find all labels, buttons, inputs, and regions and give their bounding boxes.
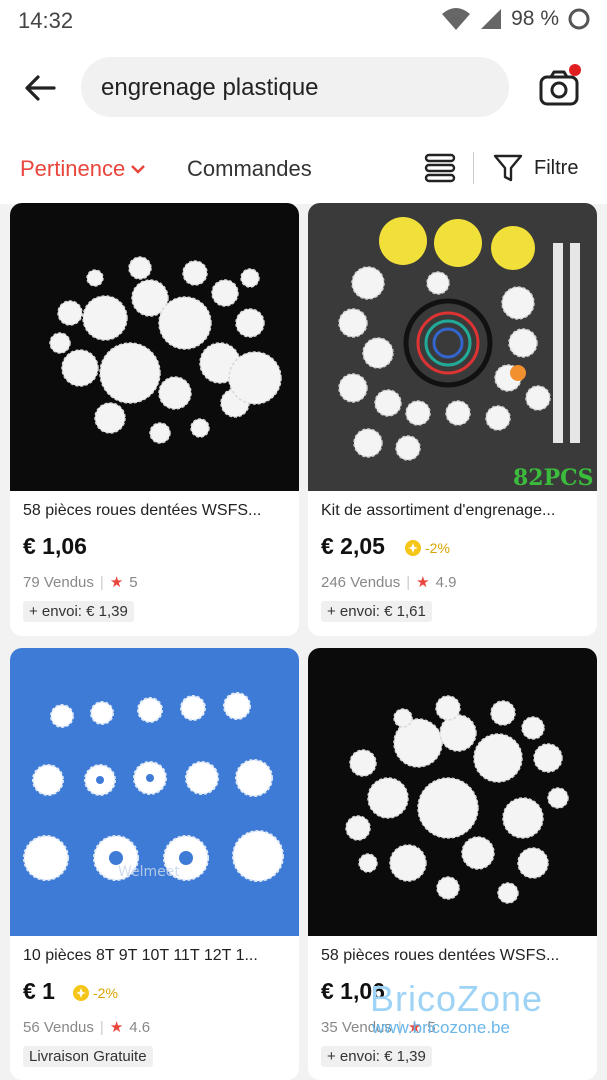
product-title[interactable]: 58 pièces roues dentées WSFS... bbox=[321, 947, 587, 965]
shipping-badge: + envoi: € 1,39 bbox=[321, 1046, 432, 1067]
sort-bar: Pertinence Commandes Filtre bbox=[0, 134, 607, 204]
divider bbox=[473, 152, 474, 184]
coin-icon bbox=[73, 985, 89, 1001]
status-icons: 98 % bbox=[441, 6, 591, 32]
chevron-down-icon bbox=[131, 165, 146, 174]
divider: | bbox=[99, 573, 104, 591]
product-card[interactable]: 82PCS Kit de assortiment d'engrenage... … bbox=[308, 203, 597, 636]
product-stats: 79 Vendus | ★ 5 bbox=[23, 573, 138, 592]
filter-button[interactable]: Filtre bbox=[492, 152, 578, 184]
divider: | bbox=[397, 1018, 402, 1036]
image-label: 82PCS bbox=[513, 465, 594, 491]
product-card[interactable]: Welmeet 10 pièces 8T 9T 10T 11T 12T 1...… bbox=[10, 648, 299, 1080]
status-bar: 14:32 98 % bbox=[0, 0, 607, 44]
product-title[interactable]: 10 pièces 8T 9T 10T 11T 12T 1... bbox=[23, 947, 289, 965]
product-price: € 2,05 bbox=[321, 533, 385, 559]
signal-icon bbox=[481, 9, 502, 29]
list-view-icon[interactable] bbox=[424, 152, 456, 184]
search-input[interactable]: engrenage plastique bbox=[81, 57, 509, 117]
sort-relevance-tab[interactable]: Pertinence bbox=[20, 156, 146, 182]
sold-count: 79 Vendus bbox=[23, 573, 94, 591]
product-card[interactable]: 58 pièces roues dentées WSFS... € 1,06 7… bbox=[10, 203, 299, 636]
divider: | bbox=[406, 573, 411, 591]
discount-badge: -2% bbox=[72, 984, 118, 1002]
shipping-badge: + envoi: € 1,61 bbox=[321, 601, 432, 622]
discount-value: -2% bbox=[93, 985, 118, 1001]
sort-relevance-label: Pertinence bbox=[20, 156, 126, 181]
sold-count: 246 Vendus bbox=[321, 573, 401, 591]
coin-icon bbox=[405, 540, 421, 556]
star-icon: ★ bbox=[407, 1019, 422, 1036]
shipping-badge: Livraison Gratuite bbox=[23, 1046, 153, 1067]
rating: 4.6 bbox=[129, 1018, 151, 1036]
image-label: Welmeet bbox=[118, 864, 180, 880]
wifi-icon bbox=[442, 8, 471, 30]
star-icon: ★ bbox=[109, 1019, 124, 1036]
product-image[interactable] bbox=[308, 648, 597, 936]
product-title[interactable]: Kit de assortiment d'engrenage... bbox=[321, 502, 587, 520]
star-icon: ★ bbox=[109, 574, 124, 591]
shipping-badge: + envoi: € 1,39 bbox=[23, 601, 134, 622]
rating: 5 bbox=[129, 573, 138, 591]
search-header: engrenage plastique bbox=[0, 44, 607, 134]
back-arrow-icon[interactable] bbox=[22, 70, 58, 106]
product-price: € 1,06 bbox=[321, 978, 385, 1004]
sold-count: 56 Vendus bbox=[23, 1018, 94, 1036]
battery-icon bbox=[568, 8, 590, 30]
product-stats: 246 Vendus | ★ 4.9 bbox=[321, 573, 457, 592]
discount-badge: -2% bbox=[404, 539, 450, 557]
product-image[interactable]: 82PCS bbox=[308, 203, 597, 491]
rating: 5 bbox=[427, 1018, 436, 1036]
search-query: engrenage plastique bbox=[101, 74, 319, 101]
filter-label: Filtre bbox=[534, 156, 579, 179]
product-stats: 56 Vendus | ★ 4.6 bbox=[23, 1018, 151, 1037]
sort-orders-tab[interactable]: Commandes bbox=[187, 156, 312, 182]
sold-count: 35 Vendus bbox=[321, 1018, 392, 1036]
rating: 4.9 bbox=[435, 573, 457, 591]
status-time: 14:32 bbox=[18, 8, 74, 33]
filter-icon bbox=[493, 154, 523, 182]
notification-dot bbox=[569, 64, 581, 76]
product-image[interactable]: Welmeet bbox=[10, 648, 299, 936]
product-price: € 1 bbox=[23, 978, 55, 1004]
product-image[interactable] bbox=[10, 203, 299, 491]
product-price: € 1,06 bbox=[23, 533, 87, 559]
product-stats: 35 Vendus | ★ 5 bbox=[321, 1018, 436, 1037]
product-card[interactable]: 58 pièces roues dentées WSFS... € 1,06 3… bbox=[308, 648, 597, 1080]
divider: | bbox=[99, 1018, 104, 1036]
product-title[interactable]: 58 pièces roues dentées WSFS... bbox=[23, 502, 289, 520]
discount-value: -2% bbox=[425, 540, 450, 556]
star-icon: ★ bbox=[416, 574, 430, 591]
battery-percentage: 98 % bbox=[511, 7, 559, 30]
